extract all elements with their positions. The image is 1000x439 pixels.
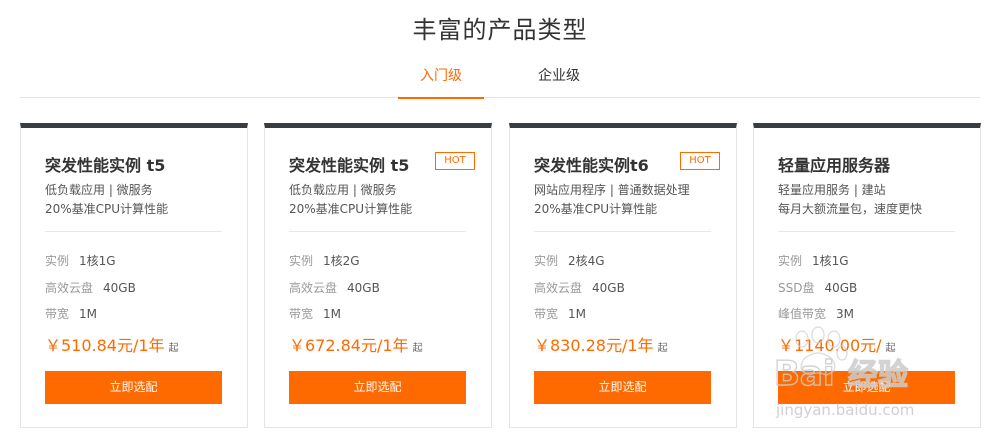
card-title: 突发性能实例 t5	[45, 156, 166, 175]
card-divider	[778, 231, 955, 232]
spec-label: 实例	[778, 254, 803, 268]
spec-disk: SSD盘 40GB	[778, 279, 857, 296]
card-divider	[289, 231, 466, 232]
spec-instance: 实例 2核4G	[534, 252, 605, 269]
card-use-case: 低负载应用 | 微服务	[45, 183, 153, 197]
spec-disk: 高效云盘 40GB	[289, 279, 380, 296]
spec-bandwidth: 带宽 1M	[534, 305, 586, 322]
tab-enterprise-level[interactable]: 企业级	[516, 62, 602, 98]
card-performance: 20%基准CPU计算性能	[534, 202, 658, 216]
price-amount: ￥1140.00元/	[778, 336, 882, 355]
card-price: ￥672.84元/1年起	[289, 332, 423, 356]
spec-label: 高效云盘	[45, 281, 94, 295]
spec-label: 实例	[289, 254, 314, 268]
product-types-page: 丰富的产品类型 入门级 企业级 突发性能实例 t5 低负载应用 | 微服务 20…	[0, 0, 1000, 439]
spec-instance: 实例 1核2G	[289, 252, 360, 269]
price-suffix: 起	[657, 343, 668, 354]
spec-label: 带宽	[534, 307, 559, 321]
configure-now-button[interactable]: 立即选配	[534, 371, 711, 404]
card-price: ￥1140.00元/起	[778, 332, 896, 356]
price-suffix: 起	[412, 343, 423, 354]
product-card-t6: 突发性能实例t6 HOT 网站应用程序 | 普通数据处理 20%基准CPU计算性…	[509, 123, 737, 428]
card-use-case: 轻量应用服务 | 建站	[778, 183, 886, 197]
card-title: 轻量应用服务器	[778, 156, 891, 175]
configure-now-button[interactable]: 立即选配	[289, 371, 466, 404]
spec-disk: 高效云盘 40GB	[534, 279, 625, 296]
card-divider	[534, 231, 711, 232]
spec-value: 40GB	[592, 281, 625, 295]
card-use-case: 低负载应用 | 微服务	[289, 183, 397, 197]
spec-label: 带宽	[45, 307, 70, 321]
card-divider	[45, 231, 222, 232]
price-amount: ￥672.84元/1年	[289, 336, 409, 355]
spec-value: 3M	[836, 307, 855, 321]
hot-badge: HOT	[680, 152, 720, 170]
spec-disk: 高效云盘 40GB	[45, 279, 136, 296]
card-price: ￥510.84元/1年起	[45, 332, 179, 356]
spec-bandwidth: 峰值带宽 3M	[778, 305, 854, 322]
spec-bandwidth: 带宽 1M	[45, 305, 97, 322]
spec-value: 1核1G	[79, 254, 116, 268]
card-title: 突发性能实例 t5	[289, 156, 410, 175]
configure-now-button[interactable]: 立即选配	[778, 371, 955, 404]
spec-value: 1核1G	[812, 254, 849, 268]
spec-bandwidth: 带宽 1M	[289, 305, 341, 322]
spec-value: 1M	[323, 307, 342, 321]
card-performance: 20%基准CPU计算性能	[45, 202, 169, 216]
spec-label: SSD盘	[778, 281, 815, 295]
spec-instance: 实例 1核1G	[778, 252, 849, 269]
spec-value: 40GB	[824, 281, 858, 295]
spec-label: 高效云盘	[289, 281, 338, 295]
tab-entry-level[interactable]: 入门级	[398, 62, 484, 99]
spec-value: 1M	[568, 307, 587, 321]
spec-value: 1核2G	[323, 254, 360, 268]
price-amount: ￥830.28元/1年	[534, 336, 654, 355]
spec-instance: 实例 1核1G	[45, 252, 116, 269]
card-price: ￥830.28元/1年起	[534, 332, 668, 356]
spec-label: 高效云盘	[534, 281, 583, 295]
spec-value: 40GB	[347, 281, 380, 295]
spec-value: 40GB	[103, 281, 136, 295]
card-performance: 20%基准CPU计算性能	[289, 202, 413, 216]
price-suffix: 起	[885, 343, 896, 354]
hot-badge: HOT	[435, 152, 475, 170]
spec-value: 1M	[79, 307, 98, 321]
tier-tabs: 入门级 企业级	[20, 62, 980, 99]
price-suffix: 起	[168, 343, 179, 354]
spec-label: 实例	[45, 254, 70, 268]
spec-label: 带宽	[289, 307, 314, 321]
card-title: 突发性能实例t6	[534, 156, 649, 175]
product-card-lightweight-server: 轻量应用服务器 轻量应用服务 | 建站 每月大额流量包，速度更快 实例 1核1G …	[753, 123, 981, 428]
card-performance: 每月大额流量包，速度更快	[778, 202, 923, 216]
card-use-case: 网站应用程序 | 普通数据处理	[534, 183, 690, 197]
spec-value: 2核4G	[568, 254, 605, 268]
spec-label: 实例	[534, 254, 559, 268]
product-card-t5-standard: 突发性能实例 t5 HOT 低负载应用 | 微服务 20%基准CPU计算性能 实…	[264, 123, 492, 428]
spec-label: 峰值带宽	[778, 307, 827, 321]
price-amount: ￥510.84元/1年	[45, 336, 165, 355]
section-title: 丰富的产品类型	[412, 16, 588, 44]
configure-now-button[interactable]: 立即选配	[45, 371, 222, 404]
product-card-t5-basic: 突发性能实例 t5 低负载应用 | 微服务 20%基准CPU计算性能 实例 1核1…	[20, 123, 248, 428]
